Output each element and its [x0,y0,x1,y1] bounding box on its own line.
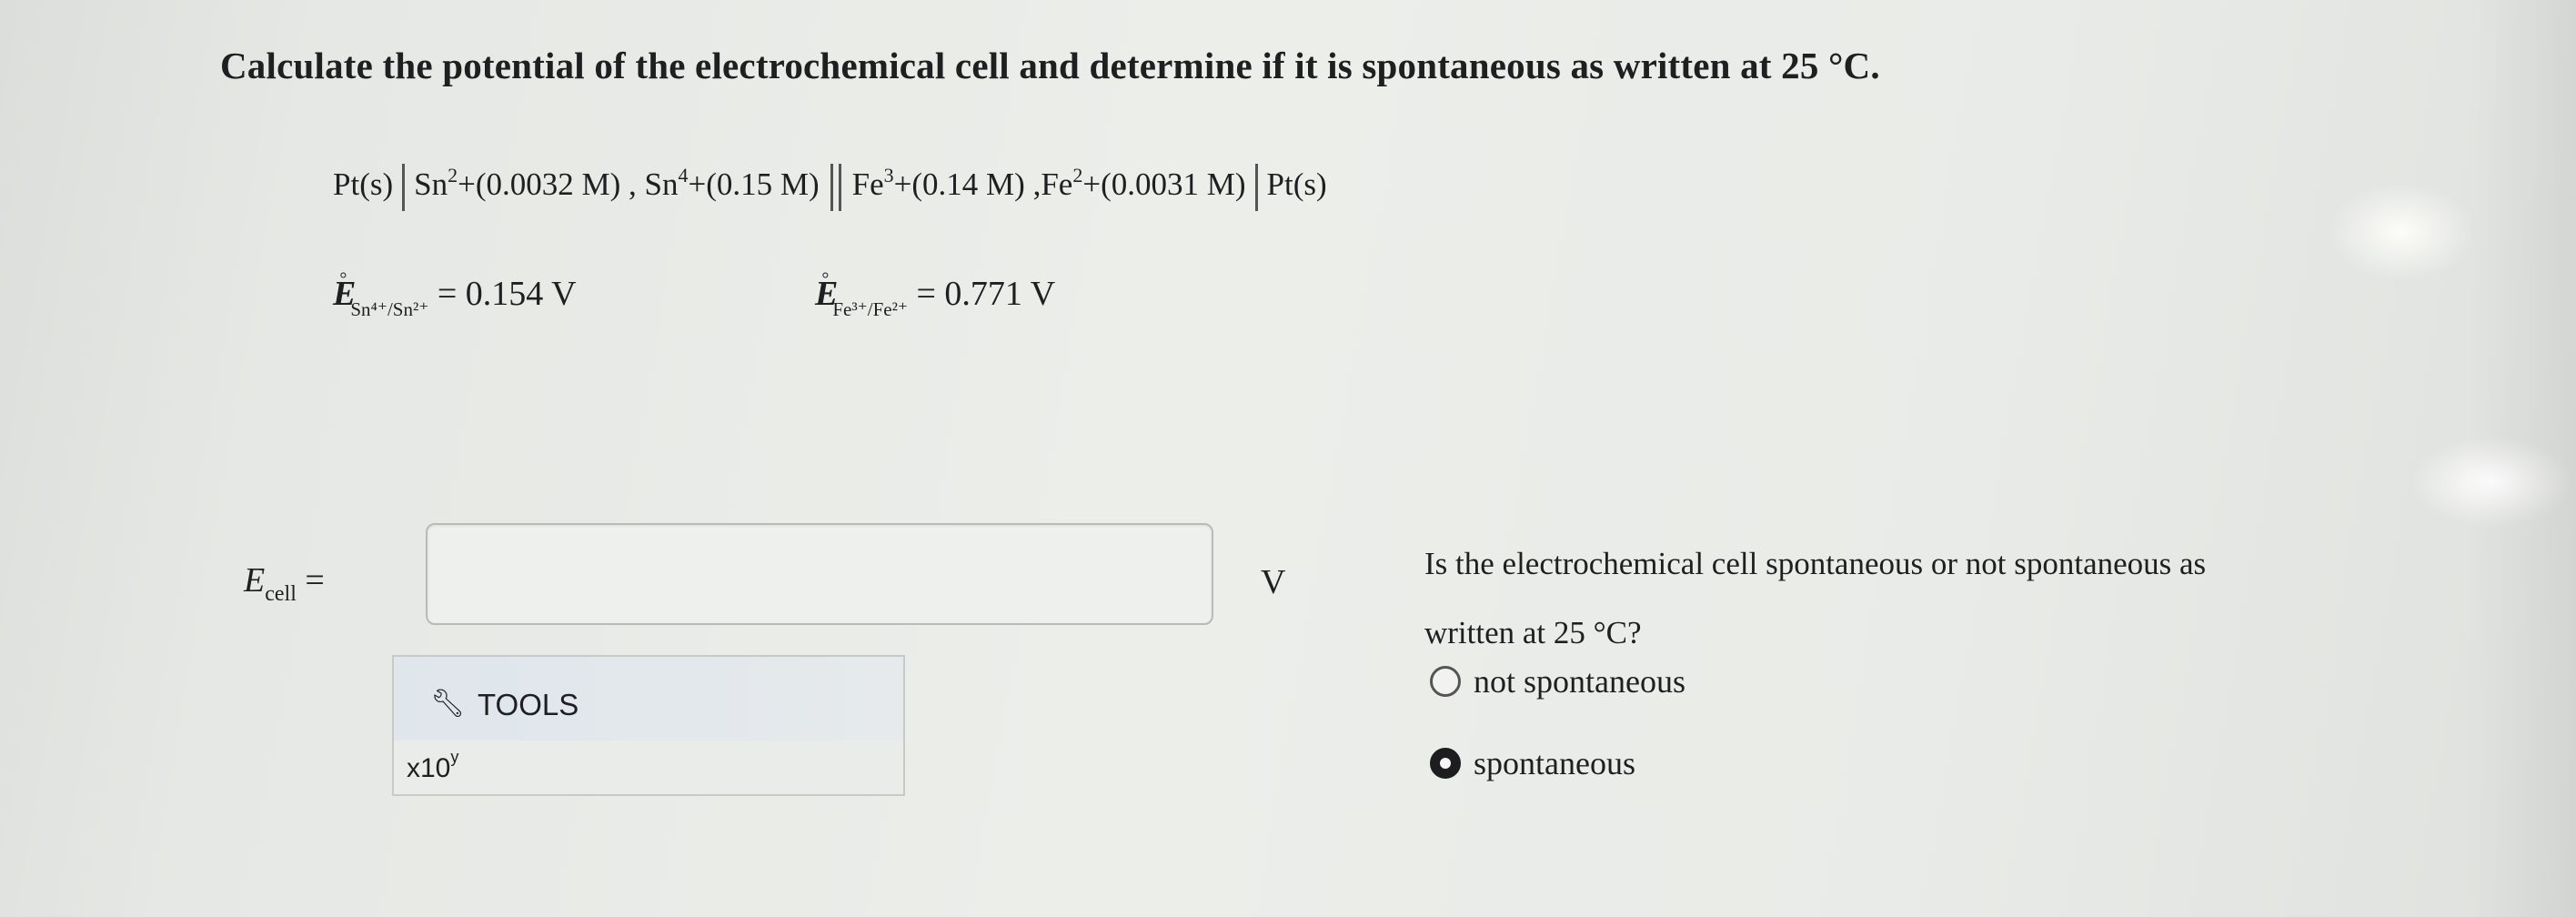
potential-value: = 0.771 V [916,275,1056,313]
charge: 4 [678,164,689,187]
concentration: +(0.14 M) , [893,166,1041,203]
degree-mark: ° [339,269,347,289]
radio-not-spontaneous[interactable]: not spontaneous [1430,662,1685,700]
concentration: +(0.0031 M) [1082,166,1246,203]
unit-label: V [1261,563,1286,601]
tools-button[interactable]: 🔧︎ TOOLS [394,657,903,741]
edge-shade [2467,0,2576,917]
option-label: spontaneous [1474,745,1635,781]
cathode-electrode: Pt(s) [1266,166,1327,203]
standard-potential-fe: E°Fe³⁺/Fe²⁺ = 0.771 V [815,269,1055,321]
radio-button-selected[interactable] [1430,748,1461,779]
ecell-subscript: cell [265,582,297,606]
species-fe2: Fe [1041,166,1073,203]
ecell-label: Ecell = [244,560,325,607]
radio-spontaneous[interactable]: spontaneous [1430,744,1635,782]
charge: 2 [1072,164,1083,187]
species-fe3: Fe [851,166,884,203]
potential-subscript: Sn⁴⁺/Sn²⁺ [350,298,429,320]
standard-potential-sn: E°Sn⁴⁺/Sn²⁺ = 0.154 V [333,269,577,321]
equals-sign: = [305,561,325,600]
cell-notation: Pt(s) Sn2+(0.0032 M) , Sn4+(0.15 M) Fe3+(0… [333,164,1327,211]
light-glare [2329,182,2474,282]
species-sn2: Sn [414,166,448,203]
degree-mark: ° [821,269,830,289]
option-label: not spontaneous [1474,663,1685,700]
anode-electrode: Pt(s) [333,166,394,203]
phase-boundary [1254,164,1258,211]
concentration: +(0.0032 M) , [458,166,637,203]
salt-bridge [830,164,841,211]
charge: 2 [448,164,458,187]
spontaneity-question: Is the electrochemical cell spontaneous … [1424,546,2207,650]
ecell-symbol: E [244,561,266,600]
tools-panel: 🔧︎ TOOLS x10y [392,655,905,796]
tools-label: TOOLS [478,688,579,721]
sci-base: x10 [407,753,451,783]
radio-button-unselected[interactable] [1430,666,1461,697]
ecell-answer-input[interactable] [426,523,1213,625]
wrench-icon: 🔧︎ [430,688,466,720]
concentration: +(0.15 M) [688,166,820,203]
phase-boundary [402,164,406,211]
charge: 3 [883,164,894,187]
sci-exponent: y [450,748,459,766]
potential-value: = 0.154 V [437,275,577,313]
species-sn4: Sn [644,166,679,203]
potential-subscript: Fe³⁺/Fe²⁺ [832,298,908,320]
scientific-notation-button[interactable]: x10y [407,748,458,784]
question-text: Calculate the potential of the electroch… [220,45,1880,86]
